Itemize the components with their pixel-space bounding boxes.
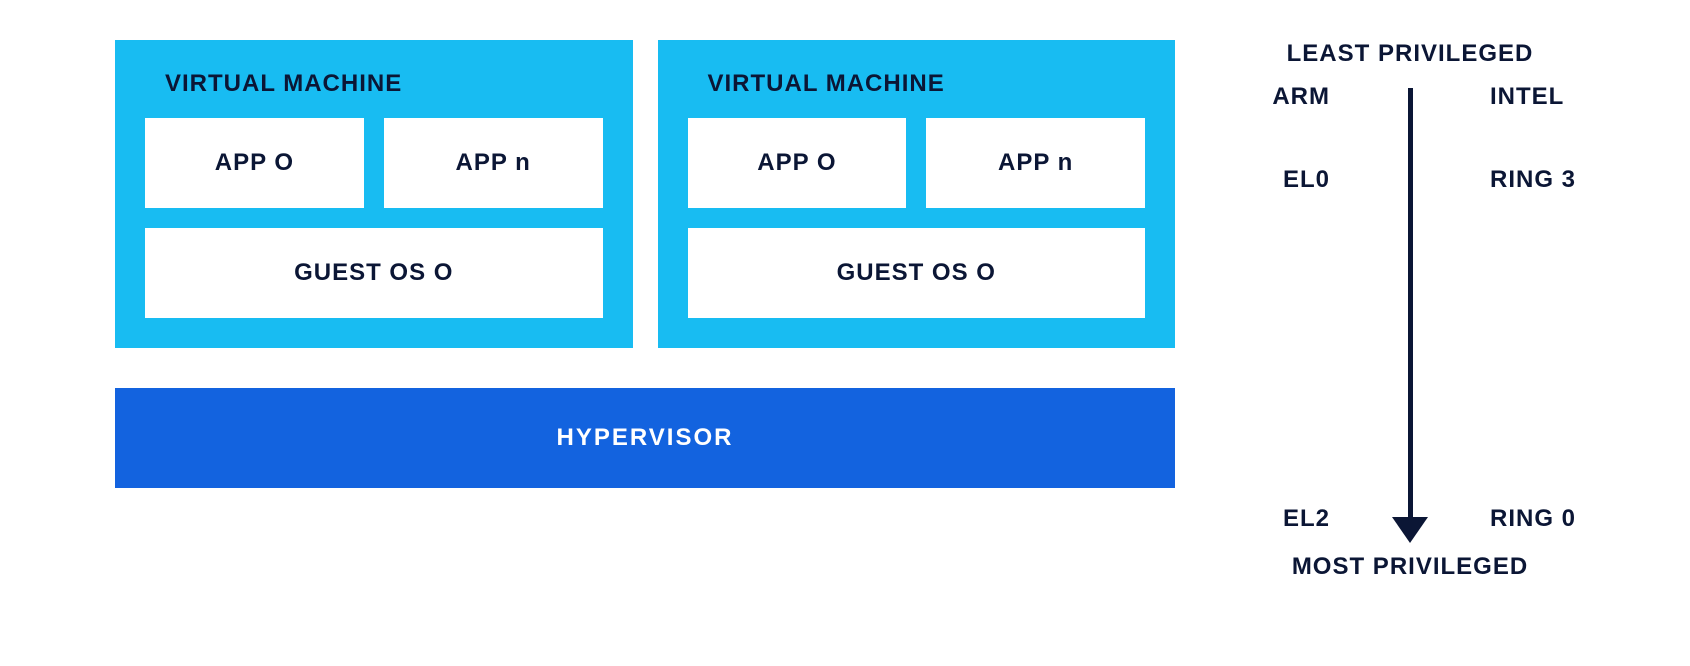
app-box-n: APP n: [384, 118, 603, 208]
arrow-down-icon: [1392, 517, 1428, 543]
privilege-arrow: [1392, 88, 1428, 543]
most-privileged-label: MOST PRIVILEGED: [1200, 553, 1620, 581]
intel-level-top: RING 3: [1490, 166, 1620, 194]
vm-box-1: VIRTUAL MACHINE APP O APP n GUEST OS O: [658, 40, 1176, 348]
vm-title: VIRTUAL MACHINE: [688, 70, 1146, 98]
vm-box-0: VIRTUAL MACHINE APP O APP n GUEST OS O: [115, 40, 633, 348]
virtualization-stack: VIRTUAL MACHINE APP O APP n GUEST OS O V…: [115, 40, 1175, 488]
arrow-line-icon: [1408, 88, 1413, 517]
intel-level-bottom: RING 0: [1490, 505, 1620, 533]
guest-os-box: GUEST OS O: [145, 228, 603, 318]
app-box-0: APP O: [688, 118, 907, 208]
app-row: APP O APP n: [145, 118, 603, 208]
guest-os-box: GUEST OS O: [688, 228, 1146, 318]
intel-column: INTEL RING 3 RING 0: [1470, 68, 1620, 543]
vm-title: VIRTUAL MACHINE: [145, 70, 603, 98]
app-box-0: APP O: [145, 118, 364, 208]
vm-row: VIRTUAL MACHINE APP O APP n GUEST OS O V…: [115, 40, 1175, 348]
arm-heading: ARM: [1200, 83, 1330, 111]
privilege-panel: LEAST PRIVILEGED ARM EL0 EL2 INTEL RING …: [1200, 40, 1620, 600]
arm-level-top: EL0: [1200, 166, 1330, 194]
app-box-n: APP n: [926, 118, 1145, 208]
privilege-columns: ARM EL0 EL2 INTEL RING 3 RING 0: [1200, 68, 1620, 543]
app-row: APP O APP n: [688, 118, 1146, 208]
intel-heading: INTEL: [1490, 83, 1620, 111]
hypervisor-box: HYPERVISOR: [115, 388, 1175, 488]
least-privileged-label: LEAST PRIVILEGED: [1200, 40, 1620, 68]
arm-column: ARM EL0 EL2: [1200, 68, 1350, 543]
arm-level-bottom: EL2: [1200, 505, 1330, 533]
